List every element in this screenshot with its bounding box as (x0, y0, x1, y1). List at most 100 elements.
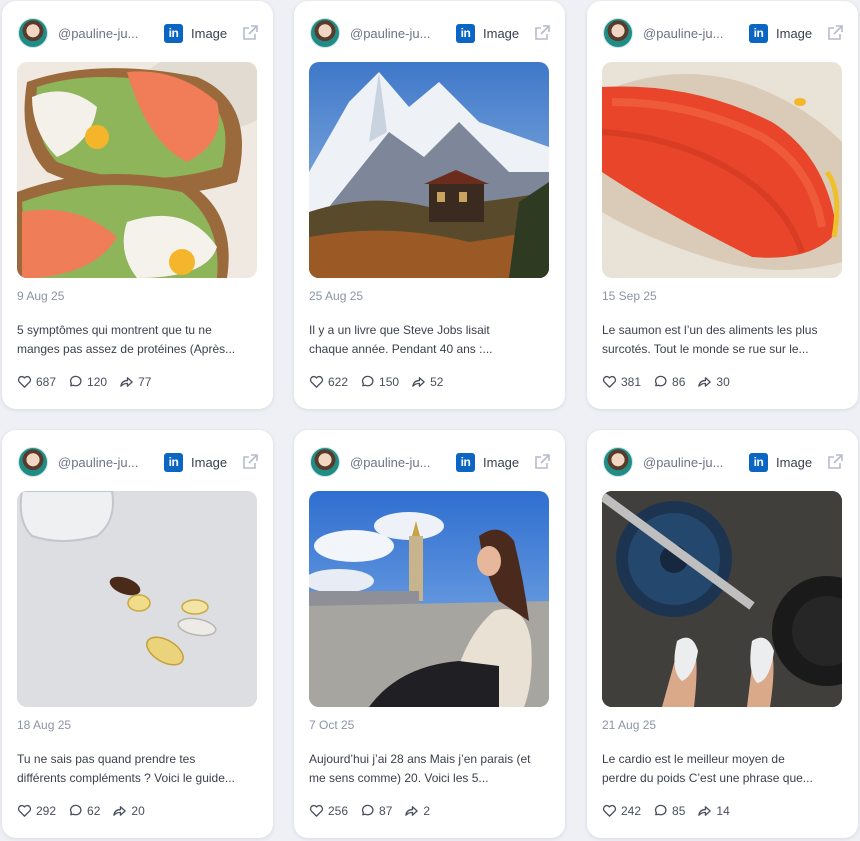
likes-stat: 256 (309, 803, 348, 818)
avatar[interactable] (310, 18, 340, 48)
post-image[interactable] (309, 62, 549, 278)
post-caption[interactable]: 5 symptômes qui montrent que tu ne mange… (17, 321, 259, 359)
post-caption[interactable]: Le cardio est le meilleur moyen de perdr… (602, 750, 844, 788)
card-header: @pauline-ju... in Image (603, 447, 844, 477)
heart-icon (309, 375, 324, 388)
share-icon (698, 806, 712, 816)
caption-line: perdre du poids C’est une phrase que... (602, 771, 813, 785)
external-link-icon[interactable] (826, 24, 844, 42)
post-type-label: Image (191, 25, 228, 41)
post-card[interactable]: @pauline-ju... in Image 25 Aug 25 Il y a… (294, 1, 565, 409)
avatar[interactable] (310, 447, 340, 477)
heart-icon (602, 375, 617, 388)
share-icon (698, 377, 712, 387)
post-type-label: Image (483, 25, 520, 41)
avatar[interactable] (18, 447, 48, 477)
shares-count: 20 (131, 803, 145, 818)
post-type-label: Image (776, 454, 813, 470)
post-card[interactable]: @pauline-ju... in Image 18 Aug 25 Tu ne … (2, 430, 273, 838)
linkedin-icon: in (456, 452, 475, 472)
shares-count: 30 (716, 374, 730, 389)
comment-icon (362, 804, 374, 816)
post-date: 21 Aug 25 (602, 718, 657, 732)
post-date: 18 Aug 25 (17, 718, 72, 732)
card-header: @pauline-ju... in Image (18, 447, 259, 477)
post-image[interactable] (17, 62, 257, 278)
post-card[interactable]: @pauline-ju... in Image 7 Oct 25 Aujourd… (294, 430, 565, 838)
comments-stat: 87 (360, 803, 392, 818)
linkedin-icon: in (164, 452, 183, 472)
post-image[interactable] (17, 491, 257, 707)
post-card[interactable]: @pauline-ju... in Image 15 Sep 25 Le sau… (587, 1, 858, 409)
external-link-icon[interactable] (826, 453, 844, 471)
author-handle[interactable]: @pauline-ju... (350, 26, 440, 41)
comments-count: 87 (379, 803, 393, 818)
post-date: 9 Aug 25 (17, 289, 65, 303)
engagement-stats: 292 62 20 (17, 803, 157, 818)
comments-stat: 120 (68, 374, 107, 389)
card-header: @pauline-ju... in Image (603, 18, 844, 48)
post-card[interactable]: @pauline-ju... in Image 9 Aug 25 5 sympt… (2, 1, 273, 409)
post-caption[interactable]: Aujourd’hui j’ai 28 ans Mais j’en parais… (309, 750, 551, 788)
comment-icon (70, 804, 82, 816)
shares-stat: 20 (112, 803, 145, 818)
linkedin-icon: in (749, 23, 768, 43)
post-type-label: Image (191, 454, 228, 470)
post-grid: @pauline-ju... in Image 9 Aug 25 5 sympt… (0, 0, 860, 841)
external-link-icon[interactable] (241, 24, 259, 42)
comments-stat: 85 (653, 803, 685, 818)
share-icon (405, 806, 419, 816)
shares-count: 2 (423, 803, 431, 818)
author-handle[interactable]: @pauline-ju... (643, 26, 733, 41)
avatar[interactable] (603, 18, 633, 48)
post-caption[interactable]: Il y a un livre que Steve Jobs lisait ch… (309, 321, 551, 359)
likes-stat: 292 (17, 803, 56, 818)
comments-count: 120 (87, 374, 108, 389)
likes-stat: 687 (17, 374, 56, 389)
avatar[interactable] (603, 447, 633, 477)
likes-stat: 622 (309, 374, 348, 389)
shares-count: 77 (138, 374, 152, 389)
caption-line: différents compléments ? Voici le guide.… (17, 771, 235, 785)
caption-line: chaque année. Pendant 40 ans :... (309, 342, 493, 356)
caption-line: Le cardio est le meilleur moyen de (602, 752, 785, 766)
heart-icon (602, 804, 617, 817)
card-header: @pauline-ju... in Image (310, 447, 551, 477)
post-caption[interactable]: Tu ne sais pas quand prendre tes différe… (17, 750, 259, 788)
comments-stat: 62 (68, 803, 100, 818)
caption-line: Tu ne sais pas quand prendre tes (17, 752, 196, 766)
shares-stat: 14 (697, 803, 730, 818)
shares-count: 52 (430, 374, 444, 389)
post-image[interactable] (602, 62, 842, 278)
likes-count: 381 (621, 374, 642, 389)
author-handle[interactable]: @pauline-ju... (643, 455, 733, 470)
card-header: @pauline-ju... in Image (18, 18, 259, 48)
heart-icon (17, 804, 32, 817)
linkedin-icon: in (456, 23, 475, 43)
heart-icon (17, 375, 32, 388)
author-handle[interactable]: @pauline-ju... (58, 26, 148, 41)
comments-count: 62 (87, 803, 101, 818)
post-image[interactable] (602, 491, 842, 707)
linkedin-icon: in (164, 23, 183, 43)
heart-icon (309, 804, 324, 817)
external-link-icon[interactable] (241, 453, 259, 471)
post-card[interactable]: @pauline-ju... in Image 21 Aug 25 Le car… (587, 430, 858, 838)
post-date: 7 Oct 25 (309, 718, 355, 732)
likes-count: 292 (36, 803, 57, 818)
post-type-label: Image (776, 25, 813, 41)
avatar[interactable] (18, 18, 48, 48)
likes-count: 256 (328, 803, 349, 818)
external-link-icon[interactable] (533, 453, 551, 471)
external-link-icon[interactable] (533, 24, 551, 42)
author-handle[interactable]: @pauline-ju... (58, 455, 148, 470)
share-icon (113, 806, 127, 816)
shares-count: 14 (716, 803, 730, 818)
post-caption[interactable]: Le saumon est l’un des aliments les plus… (602, 321, 844, 359)
caption-line: Aujourd’hui j’ai 28 ans Mais j’en parais… (309, 752, 531, 766)
comment-icon (655, 375, 667, 387)
comments-stat: 150 (360, 374, 399, 389)
caption-line: Il y a un livre que Steve Jobs lisait (309, 323, 490, 337)
post-image[interactable] (309, 491, 549, 707)
author-handle[interactable]: @pauline-ju... (350, 455, 440, 470)
